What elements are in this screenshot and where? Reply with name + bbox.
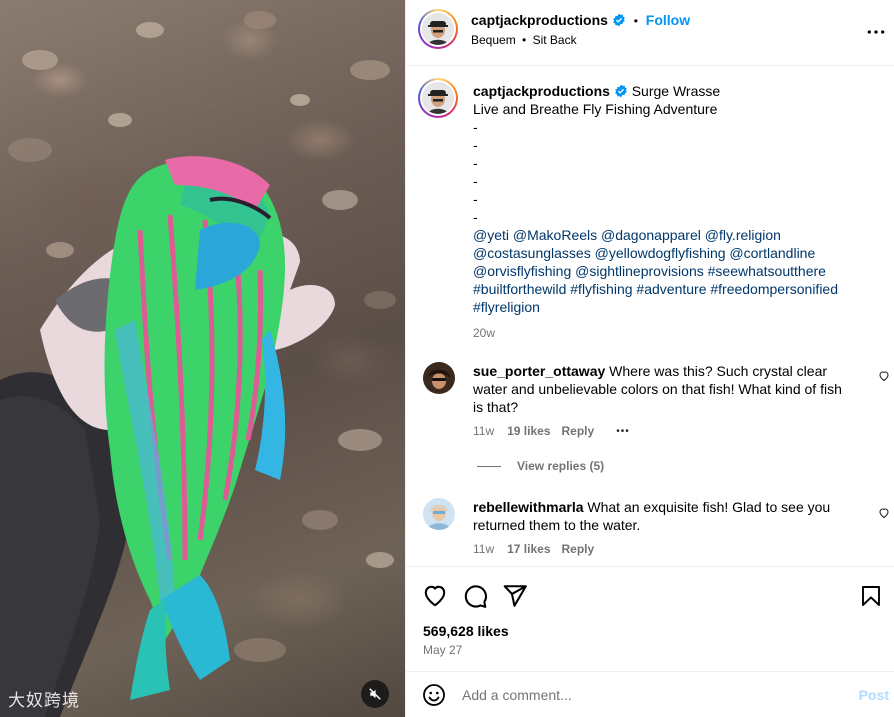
comment-input[interactable]	[462, 684, 822, 706]
caption-avatar-image	[422, 82, 454, 114]
reply-button[interactable]: Reply	[562, 542, 595, 556]
caption-dash: -	[473, 191, 478, 207]
fish-in-hand-image	[0, 11, 396, 717]
comment-line: returned them to the water.	[473, 517, 641, 533]
comment-meta: 11w 19 likes Reply •••	[473, 424, 630, 438]
mute-button[interactable]	[361, 680, 389, 708]
follow-button[interactable]: Follow	[646, 12, 690, 28]
comment-line: What an exquisite fish! Glad to see you	[587, 499, 831, 515]
share-icon[interactable]	[502, 583, 528, 609]
post-comment-button[interactable]: Post	[859, 687, 889, 703]
audio-info[interactable]: Bequem • Sit Back	[471, 33, 577, 47]
caption-dash: -	[473, 155, 478, 171]
comment-meta: 11w 17 likes Reply	[473, 542, 594, 556]
author-avatar[interactable]	[418, 9, 458, 49]
comment-line: is that?	[473, 399, 519, 415]
comment-likes[interactable]: 17 likes	[507, 542, 550, 556]
caption-tags-line[interactable]: @costasunglasses @yellowdogflyfishing @c…	[473, 244, 883, 262]
caption-dash: -	[473, 119, 478, 135]
emoji-icon[interactable]	[422, 683, 446, 707]
likes-count[interactable]: 569,628 likes	[423, 623, 509, 639]
separator-dot: •	[633, 14, 638, 28]
post-media[interactable]: 大奴跨境	[0, 0, 405, 717]
commenter-username[interactable]: sue_porter_ottaway	[473, 363, 605, 379]
audio-artist[interactable]: Bequem	[471, 33, 516, 47]
comment-text: sue_porter_ottaway Where was this? Such …	[473, 362, 873, 416]
comment-time[interactable]: 11w	[473, 424, 494, 438]
verified-badge-icon	[615, 84, 627, 98]
commenter-username[interactable]: rebellewithmarla	[473, 499, 584, 515]
comment-more-icon[interactable]: •••	[616, 426, 630, 437]
watermark-text: 大奴跨境	[8, 691, 80, 711]
caption-line-2: Live and Breathe Fly Fishing Adventure	[473, 101, 718, 117]
caption-line-1: Surge Wrasse	[631, 83, 721, 99]
view-replies-line	[477, 466, 501, 467]
verified-badge-icon	[613, 13, 625, 27]
comment-likes[interactable]: 19 likes	[507, 424, 550, 438]
mute-icon	[369, 688, 381, 700]
post-actions: 569,628 likes May 27	[406, 566, 894, 670]
comment-icon[interactable]	[462, 583, 488, 609]
caption-dash: -	[473, 173, 478, 189]
comment-like-heart-icon[interactable]	[878, 507, 890, 519]
author-avatar-image	[422, 13, 454, 45]
comment-text: rebellewithmarla What an exquisite fish!…	[473, 498, 873, 534]
audio-title[interactable]: Sit Back	[533, 33, 577, 47]
caption-tags-line[interactable]: @yeti @MakoReels @dagonapparel @fly.reli…	[473, 226, 883, 244]
caption-tags-line[interactable]: #flyreligion	[473, 298, 883, 316]
caption-tags-line[interactable]: @orvisflyfishing @sightlineprovisions #s…	[473, 262, 883, 280]
commenter-avatar[interactable]	[423, 362, 455, 394]
add-comment-bar: Post	[406, 671, 894, 717]
reply-button[interactable]: Reply	[562, 424, 595, 438]
author-username[interactable]: captjackproductions	[471, 12, 608, 28]
caption-dash: -	[473, 209, 478, 225]
commenter-avatar[interactable]	[423, 498, 455, 530]
post-header: captjackproductions • Follow Bequem • Si…	[406, 0, 894, 66]
caption-author-avatar[interactable]	[418, 78, 458, 118]
comment-time[interactable]: 11w	[473, 542, 494, 556]
heart-icon[interactable]	[422, 583, 448, 609]
caption-text: captjackproductions Surge Wrasse Live an…	[473, 82, 883, 342]
commenter-avatar-image	[423, 362, 455, 394]
more-options-icon[interactable]	[866, 22, 886, 42]
bookmark-icon[interactable]	[859, 583, 883, 609]
comment-like-heart-icon[interactable]	[878, 370, 890, 382]
comment-line: water and unbelievable colors on that fi…	[473, 381, 842, 397]
post-details-panel: captjackproductions • Follow Bequem • Si…	[405, 0, 894, 717]
commenter-avatar-image	[423, 498, 455, 530]
view-replies-button[interactable]: View replies (5)	[517, 459, 604, 473]
caption-dash: -	[473, 137, 478, 153]
post-date[interactable]: May 27	[423, 643, 462, 657]
caption-tags-line[interactable]: #builtforthewild #flyfishing #adventure …	[473, 280, 883, 298]
audio-separator: •	[522, 33, 527, 47]
caption-username[interactable]: captjackproductions	[473, 83, 610, 99]
comment-line: Where was this? Such crystal clear	[609, 363, 828, 379]
caption-timestamp[interactable]: 20w	[473, 324, 883, 342]
